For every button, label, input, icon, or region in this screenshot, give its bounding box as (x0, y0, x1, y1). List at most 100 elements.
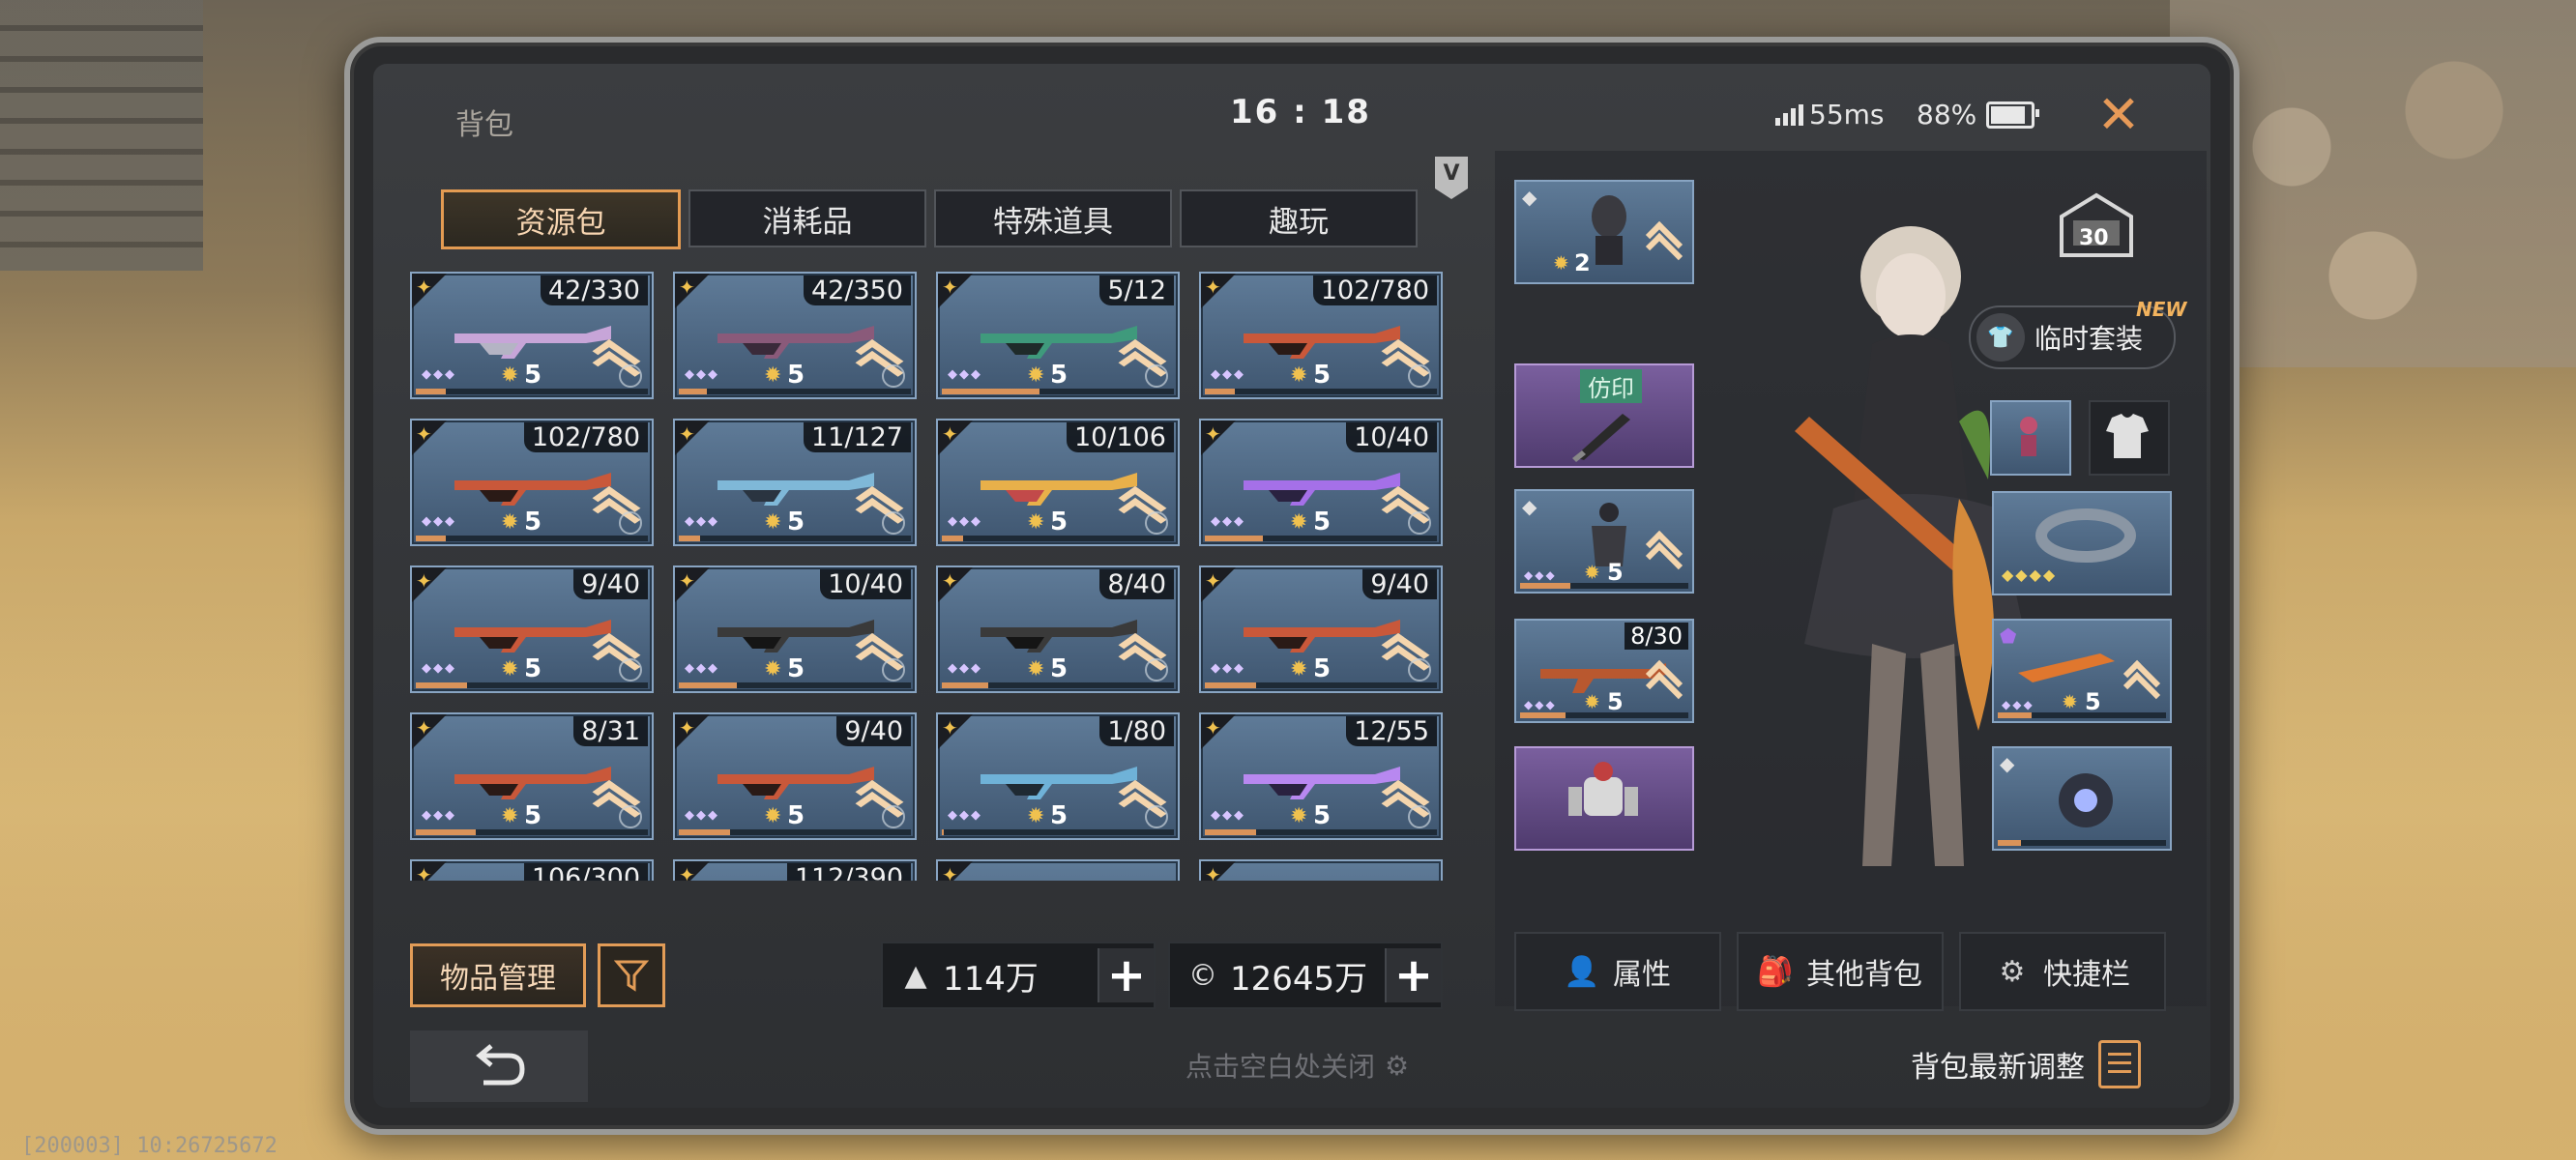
equip-slot-bracelet[interactable]: ◆◆◆◆ (1992, 491, 2172, 595)
rank-dots: ◆◆◆ (422, 514, 456, 529)
inventory-item[interactable]: ✦ 8/31 ◆◆◆ ✹ 5 (410, 712, 654, 840)
inventory-item[interactable]: ✦ 8/40 ◆◆◆ ✹ 5 (936, 566, 1180, 693)
rarity-icon: ✦ (679, 863, 695, 881)
quickbar-button[interactable]: ⚙ 快捷栏 (1959, 932, 2166, 1011)
rank-dots: ◆◆◆ (422, 661, 456, 676)
lock-circle-icon (619, 364, 642, 388)
upgrade-chevron-icon (1126, 622, 1164, 656)
inventory-item[interactable]: ✦ ◆◆◆ ✹ (1199, 859, 1443, 881)
inventory-item[interactable]: ✦ 9/40 ◆◆◆ ✹ 5 (673, 712, 917, 840)
tap-blank-to-close-hint: 点击空白处关闭 ⚙ (1186, 1046, 1409, 1085)
rank-dots: ◆◆◆ (685, 661, 719, 676)
star-icon: ✹ (1027, 657, 1045, 682)
close-icon: ✕ (2096, 83, 2141, 145)
inventory-item[interactable]: ✦ 106/300 ◆◆◆ ✹ (410, 859, 654, 881)
equip-slot-head[interactable]: ◆ ✹ 2 (1514, 180, 1694, 284)
coin-currency: © 12645万 + (1168, 942, 1443, 1009)
add-coin-button[interactable]: + (1385, 948, 1441, 1002)
inventory-item[interactable]: ✦ 9/40 ◆◆◆ ✹ 5 (1199, 566, 1443, 693)
inventory-item[interactable]: ✦ 42/350 ◆◆◆ ✹ 5 (673, 272, 917, 399)
tab-fun[interactable]: 趣玩 (1180, 189, 1418, 247)
coin-icon: © (1188, 958, 1217, 993)
item-progress-bar (1205, 829, 1437, 835)
grenade-icon (2059, 773, 2113, 827)
inventory-item[interactable]: ✦ 10/40 ◆◆◆ ✹ 5 (673, 566, 917, 693)
item-management-button[interactable]: 物品管理 (410, 943, 586, 1007)
item-count: 10/40 (820, 569, 911, 599)
inventory-item[interactable]: ✦ 10/40 ◆◆◆ ✹ 5 (1199, 419, 1443, 546)
upgrade-chevron-icon (1638, 530, 1681, 565)
item-level: 5 (1050, 654, 1068, 683)
equip-slot-primary-weapon[interactable]: 8/30 ◆◆◆ ✹ 5 (1514, 619, 1694, 723)
inventory-item[interactable]: ✦ 9/40 ◆◆◆ ✹ 5 (410, 566, 654, 693)
inventory-item[interactable]: ✦ 102/780 ◆◆◆ ✹ 5 (410, 419, 654, 546)
inventory-item[interactable]: ✦ ◆◆◆ ✹ (936, 859, 1180, 881)
rank-dots: ◆◆◆ (685, 514, 719, 529)
tab-consumables[interactable]: 消耗品 (688, 189, 926, 247)
item-progress-bar (942, 829, 1174, 835)
battery-text: 88% (1917, 99, 1977, 130)
equip-slot-clothing[interactable] (2089, 400, 2170, 476)
equip-slot-imprint[interactable]: 仿印 (1514, 363, 1694, 468)
attributes-button[interactable]: 👤 属性 (1514, 932, 1721, 1011)
rarity-icon: ✦ (942, 863, 958, 881)
other-bags-button[interactable]: 🎒 其他背包 (1737, 932, 1944, 1011)
upgrade-chevron-icon (1389, 328, 1427, 362)
back-button[interactable] (410, 1030, 588, 1102)
star-icon: ✹ (501, 804, 519, 828)
inventory-item[interactable]: ✦ 1/80 ◆◆◆ ✹ 5 (936, 712, 1180, 840)
star-icon: ✹ (1290, 657, 1308, 682)
weapon-icon (1244, 473, 1400, 506)
star-icon: ✹ (501, 363, 519, 388)
rank-dots: ◆◆◆ (1211, 808, 1245, 823)
rank-dots: ◆◆◆ (685, 808, 719, 823)
inventory-item[interactable]: ✦ 112/390 ◆◆◆ ✹ (673, 859, 917, 881)
battery-icon (1986, 101, 2040, 129)
head-level: 2 (1574, 249, 1591, 276)
item-level: 5 (787, 508, 805, 536)
inventory-item[interactable]: ✦ 5/12 ◆◆◆ ✹ 5 (936, 272, 1180, 399)
rarity-icon: ✦ (942, 422, 958, 446)
upgrade-chevron-icon (863, 768, 901, 803)
inventory-item[interactable]: ✦ 102/780 ◆◆◆ ✹ 5 (1199, 272, 1443, 399)
rarity-icon: ✦ (416, 422, 432, 446)
add-gold-button[interactable]: + (1098, 948, 1154, 1002)
rank-dots: ◆◆◆ (1211, 367, 1245, 382)
bracelet-icon (2035, 508, 2136, 563)
rarity-icon: ✦ (942, 569, 958, 593)
lock-circle-icon (1145, 805, 1168, 828)
latest-adjustment-button[interactable]: 背包最新调整 (1911, 1040, 2141, 1088)
category-tabs: 资源包 消耗品 特殊道具 趣玩 (441, 189, 1418, 249)
weapon-icon (717, 620, 874, 652)
item-count: 42/350 (804, 276, 911, 305)
inventory-item[interactable]: ✦ 12/55 ◆◆◆ ✹ 5 (1199, 712, 1443, 840)
weapon-icon (454, 767, 611, 799)
inventory-item[interactable]: ✦ 42/330 ◆◆◆ ✹ 5 (410, 272, 654, 399)
equip-slot-accessory[interactable] (1990, 400, 2071, 476)
filter-button[interactable] (598, 943, 665, 1007)
attributes-label: 属性 (1613, 958, 1671, 992)
person-icon: 👤 (1564, 954, 1600, 989)
upgrade-chevron-icon (600, 328, 638, 362)
equip-slot-armor[interactable]: ◆ ◆◆◆ ✹ 5 (1514, 489, 1694, 594)
knife-item-icon (1572, 414, 1630, 462)
item-count: 10/40 (1346, 422, 1437, 452)
item-count: 9/40 (1362, 569, 1437, 599)
quickbar-label: 快捷栏 (2043, 958, 2130, 992)
item-progress-bar (416, 829, 648, 835)
inventory-item[interactable]: ✦ 10/106 ◆◆◆ ✹ 5 (936, 419, 1180, 546)
equip-slot-secondary-weapon[interactable]: ⬟ ◆◆◆ ✹ 5 (1992, 619, 2172, 723)
star-icon: ✹ (764, 363, 782, 388)
star-icon: ✹ (1584, 690, 1600, 713)
inventory-item[interactable]: ✦ 11/127 ◆◆◆ ✹ 5 (673, 419, 917, 546)
tab-special-items[interactable]: 特殊道具 (934, 189, 1172, 247)
item-progress-bar (1205, 682, 1437, 688)
upgrade-chevron-icon (1389, 475, 1427, 509)
page-title: 背包 (455, 108, 513, 142)
item-count: 11/127 (804, 422, 911, 452)
close-button[interactable]: ✕ (2085, 83, 2152, 145)
item-count: 8/40 (1099, 569, 1174, 599)
equip-slot-grenade[interactable]: ◆ (1992, 746, 2172, 851)
tab-resource-pack[interactable]: 资源包 (441, 189, 681, 249)
equip-slot-pet[interactable] (1514, 746, 1694, 851)
